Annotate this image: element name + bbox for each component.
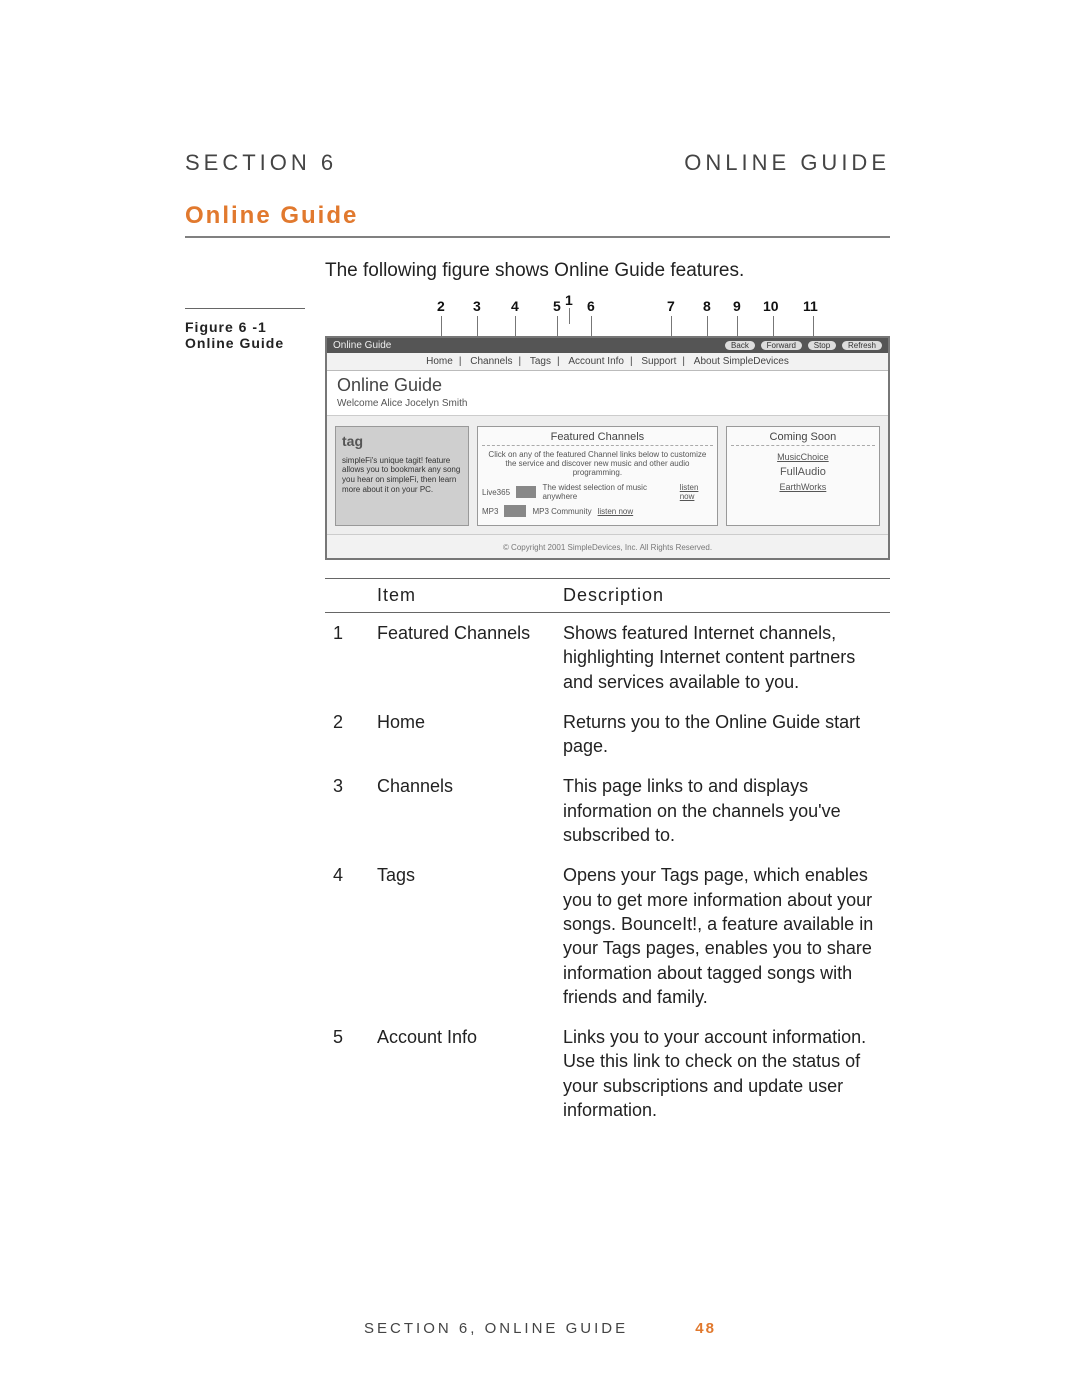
page: SECTION 6 ONLINE GUIDE Online Guide Figu… xyxy=(0,0,1080,1397)
welcome-text: Welcome Alice Jocelyn Smith xyxy=(327,396,888,416)
item-description-table: Item Description 1 Featured Channels Sho… xyxy=(325,578,890,1130)
table-row: 4 Tags Opens your Tags page, which enabl… xyxy=(325,855,890,1017)
callout-7: 7 xyxy=(667,298,675,314)
callout-strip: 1 2 3 4 5 6 7 8 9 10 11 xyxy=(325,298,890,336)
toolbar-back-button[interactable]: Back xyxy=(725,341,755,350)
callout-6: 6 xyxy=(587,298,595,314)
screenshot-copyright: © Copyright 2001 SimpleDevices, Inc. All… xyxy=(327,534,888,558)
page-footer: SECTION 6, ONLINE GUIDE 48 xyxy=(0,1320,1080,1337)
callout-5: 5 xyxy=(553,298,561,314)
page-number: 48 xyxy=(695,1320,716,1337)
callout-1: 1 xyxy=(565,292,573,308)
panels-row: tag simpleFi's unique tagit! feature all… xyxy=(327,416,888,534)
featured-row-2: MP3 MP3 Community listen now xyxy=(482,505,713,517)
coming-soon-link-3[interactable]: EarthWorks xyxy=(731,482,875,492)
screenshot: Online Guide Back Forward Stop Refresh H… xyxy=(325,336,890,560)
th-item: Item xyxy=(369,579,555,613)
row-num: 3 xyxy=(325,766,369,855)
screenshot-page-title: Online Guide xyxy=(327,371,888,396)
callout-9: 9 xyxy=(733,298,741,314)
toolbar-forward-button[interactable]: Forward xyxy=(761,341,802,350)
page-heading: Online Guide xyxy=(185,202,890,230)
toolbar-refresh-button[interactable]: Refresh xyxy=(842,341,882,350)
caption-rule xyxy=(185,308,305,309)
featured-row1-desc: The widest selection of music anywhere xyxy=(542,483,673,501)
logo-icon xyxy=(504,505,526,517)
featured-row1-name: Live365 xyxy=(482,488,510,497)
th-desc: Description xyxy=(555,579,890,613)
featured-row2-link[interactable]: listen now xyxy=(598,507,634,516)
row-num: 2 xyxy=(325,702,369,767)
section-label: SECTION 6 xyxy=(185,150,337,176)
row-desc: Opens your Tags page, which enables you … xyxy=(555,855,890,1017)
row-num: 5 xyxy=(325,1017,369,1130)
table-row: 2 Home Returns you to the Online Guide s… xyxy=(325,702,890,767)
row-name: Account Info xyxy=(369,1017,555,1130)
toolbar-stop-button[interactable]: Stop xyxy=(808,341,836,350)
heading-rule xyxy=(185,236,890,238)
callout-4: 4 xyxy=(511,298,519,314)
coming-soon-panel: Coming Soon MusicChoice FullAudio EarthW… xyxy=(726,426,880,526)
row-desc: Shows featured Internet channels, highli… xyxy=(555,613,890,702)
section-right-label: ONLINE GUIDE xyxy=(684,150,890,176)
coming-soon-item-2: FullAudio xyxy=(731,466,875,478)
callout-8: 8 xyxy=(703,298,711,314)
featured-panel-blurb: Click on any of the featured Channel lin… xyxy=(482,450,713,477)
nav-tags[interactable]: Tags xyxy=(530,356,551,367)
featured-row1-link[interactable]: listen now xyxy=(680,483,713,501)
callout-3: 3 xyxy=(473,298,481,314)
tag-panel-title: tag xyxy=(342,433,462,450)
featured-panel: Featured Channels Click on any of the fe… xyxy=(477,426,718,526)
row-name: Tags xyxy=(369,855,555,1017)
figure-caption-line2: Online Guide xyxy=(185,335,325,351)
coming-soon-title: Coming Soon xyxy=(731,431,875,446)
figure-caption-block: Figure 6 -1 Online Guide xyxy=(185,260,325,1130)
window-titlebar: Online Guide Back Forward Stop Refresh xyxy=(327,338,888,353)
callout-10: 10 xyxy=(763,298,779,314)
featured-row-1: Live365 The widest selection of music an… xyxy=(482,483,713,501)
featured-row2-desc: MP3 Community xyxy=(532,507,591,516)
footer-text: SECTION 6, ONLINE GUIDE xyxy=(364,1320,628,1337)
row-name: Home xyxy=(369,702,555,767)
featured-row2-name: MP3 xyxy=(482,507,498,516)
nav-home[interactable]: Home xyxy=(426,356,453,367)
callout-11: 11 xyxy=(803,298,818,314)
row-num: 1 xyxy=(325,613,369,702)
table-row: 5 Account Info Links you to your account… xyxy=(325,1017,890,1130)
row-num: 4 xyxy=(325,855,369,1017)
nav-row: Home| Channels| Tags| Account Info| Supp… xyxy=(327,353,888,371)
nav-account[interactable]: Account Info xyxy=(568,356,624,367)
row-desc: Links you to your account information. U… xyxy=(555,1017,890,1130)
table-row: 3 Channels This page links to and displa… xyxy=(325,766,890,855)
intro-text: The following figure shows Online Guide … xyxy=(325,260,890,282)
tag-panel-blurb: simpleFi's unique tagit! feature allows … xyxy=(342,456,460,494)
featured-panel-title: Featured Channels xyxy=(482,431,713,446)
row-name: Channels xyxy=(369,766,555,855)
nav-channels[interactable]: Channels xyxy=(470,356,512,367)
figure-caption-line1: Figure 6 -1 xyxy=(185,319,325,335)
running-head: SECTION 6 ONLINE GUIDE xyxy=(185,150,890,176)
callout-2: 2 xyxy=(437,298,445,314)
figure-wrapper: 1 2 3 4 5 6 7 8 9 10 11 xyxy=(325,298,890,560)
tag-panel: tag simpleFi's unique tagit! feature all… xyxy=(335,426,469,526)
window-title: Online Guide xyxy=(333,340,391,351)
row-desc: This page links to and displays informat… xyxy=(555,766,890,855)
logo-icon xyxy=(516,486,536,498)
table-row: 1 Featured Channels Shows featured Inter… xyxy=(325,613,890,702)
nav-support[interactable]: Support xyxy=(641,356,676,367)
coming-soon-link-1[interactable]: MusicChoice xyxy=(731,452,875,462)
row-desc: Returns you to the Online Guide start pa… xyxy=(555,702,890,767)
nav-about[interactable]: About SimpleDevices xyxy=(694,356,789,367)
row-name: Featured Channels xyxy=(369,613,555,702)
